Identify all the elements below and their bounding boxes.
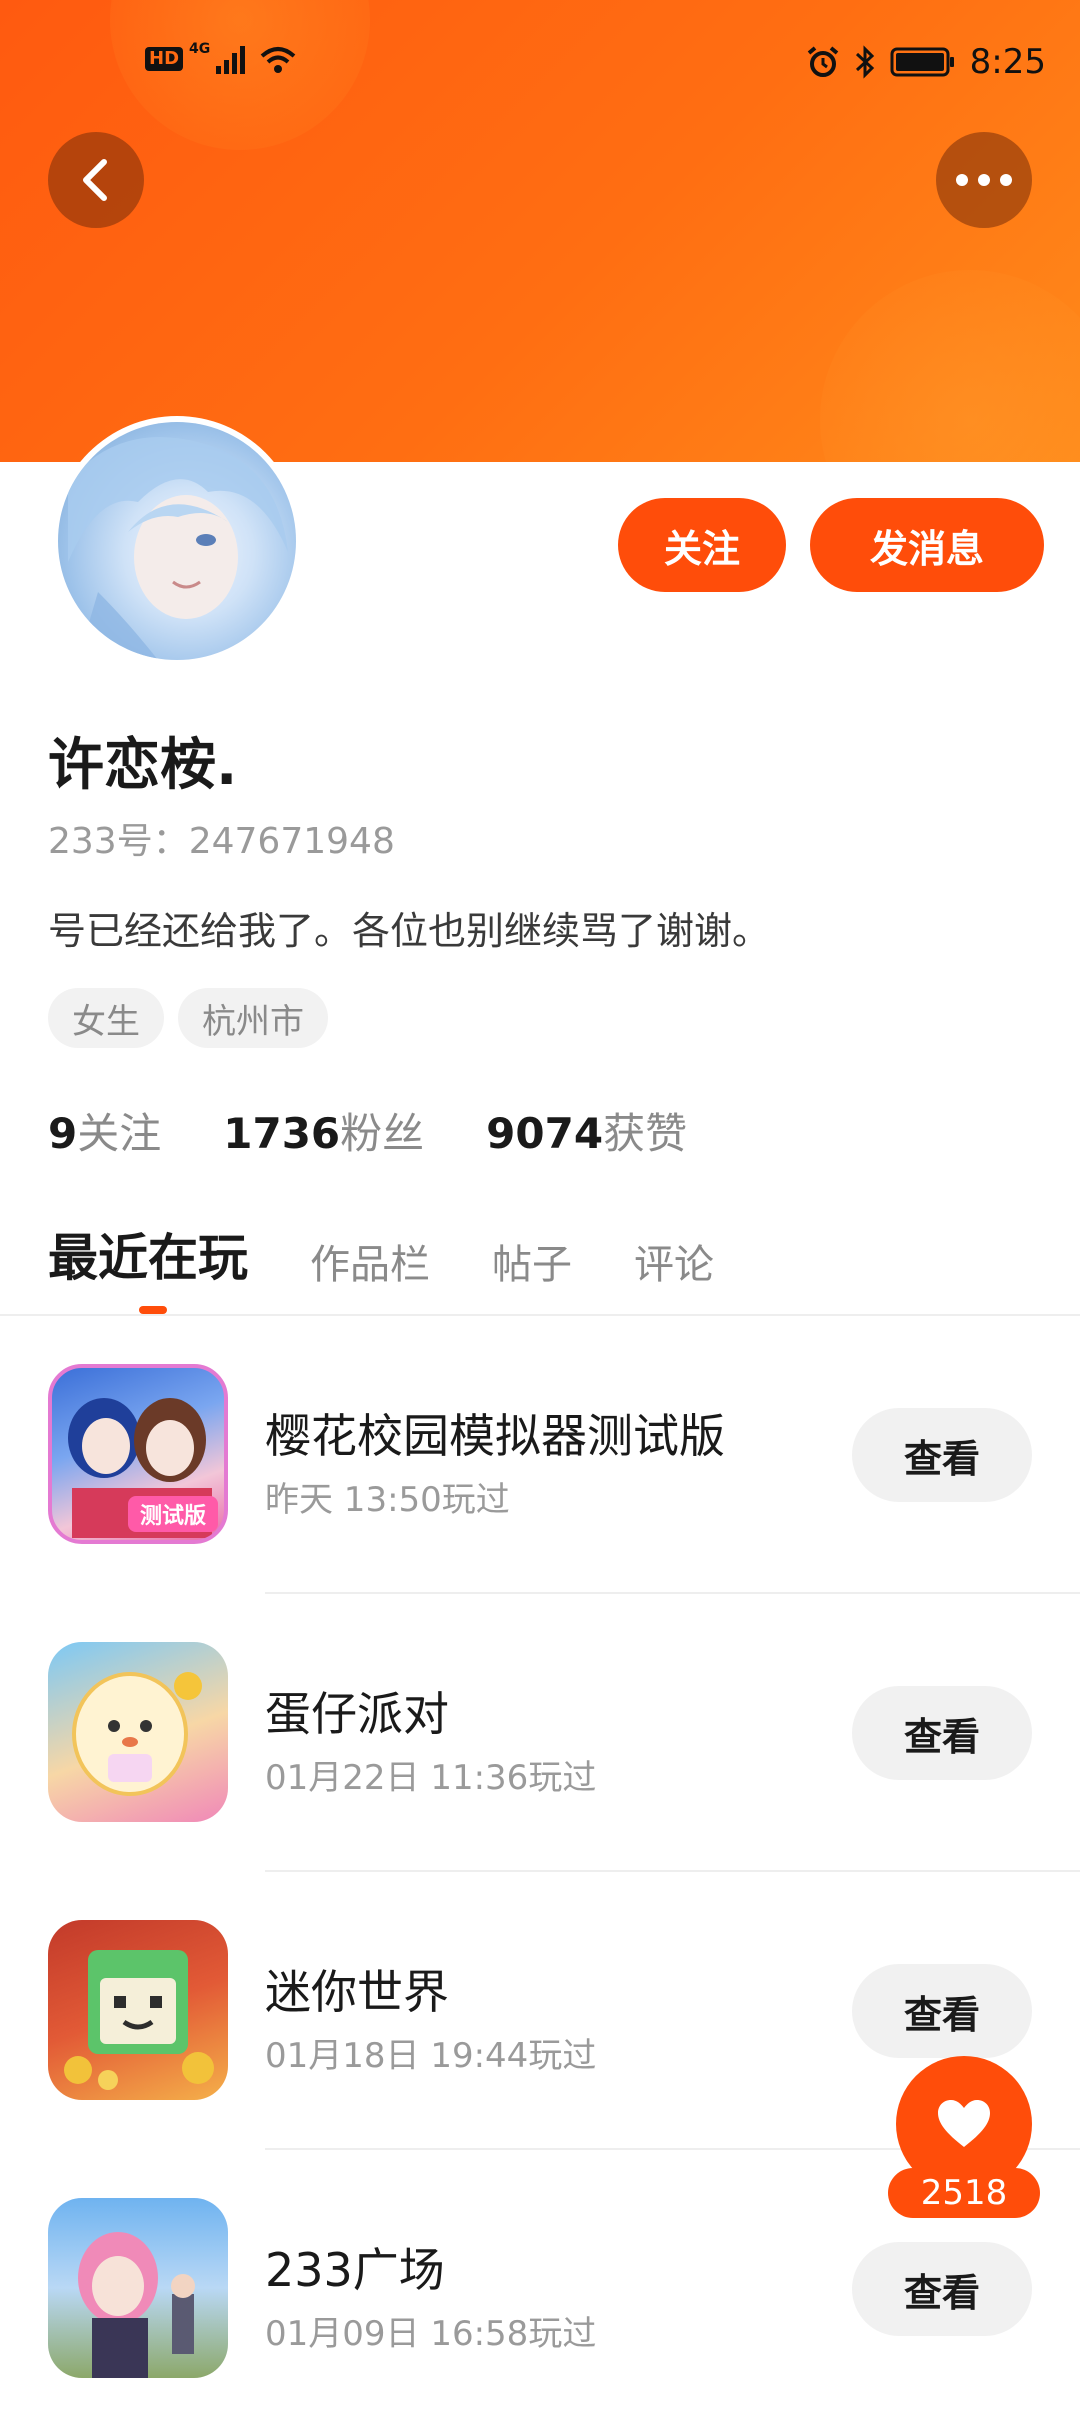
eggy-party-icon bbox=[72, 1672, 202, 1796]
like-count: 2518 bbox=[888, 2168, 1040, 2218]
avatar-image bbox=[58, 422, 296, 660]
game-last-played: 01月22日 11:36玩过 bbox=[265, 1758, 597, 1798]
status-bar-left: HD 4G bbox=[145, 41, 298, 74]
stat-fans-count: 1736 bbox=[223, 1109, 341, 1158]
avatar-illustration bbox=[68, 437, 288, 660]
heart-icon bbox=[938, 2100, 990, 2147]
game-icon-mini-world bbox=[48, 1920, 228, 2100]
profile-stats: 9关注 1736粉丝 9074获赞 bbox=[48, 1100, 687, 1161]
avatar[interactable] bbox=[52, 416, 302, 666]
sakura-school-icon: 测试版 bbox=[68, 1398, 218, 1538]
tab-posts[interactable]: 帖子 bbox=[492, 1232, 572, 1290]
stat-likes-label: 获赞 bbox=[603, 1109, 688, 1158]
signal-icon bbox=[216, 46, 246, 74]
stat-likes[interactable]: 9074获赞 bbox=[486, 1100, 687, 1161]
list-item[interactable]: 蛋仔派对 01月22日 11:36玩过 查看 bbox=[0, 1594, 1080, 1872]
back-button[interactable] bbox=[48, 132, 144, 228]
header-decoration bbox=[820, 270, 1080, 462]
tab-recently-played[interactable]: 最近在玩 bbox=[48, 1218, 248, 1290]
game-title: 迷你世界 bbox=[265, 1965, 449, 2019]
more-dots-icon bbox=[956, 174, 1012, 186]
game-last-played: 昨天 13:50玩过 bbox=[265, 1480, 510, 1520]
stat-following-count: 9 bbox=[48, 1109, 78, 1158]
game-title: 233广场 bbox=[265, 2243, 445, 2297]
network-type: 4G bbox=[189, 41, 211, 57]
profile-tabs: 最近在玩 作品栏 帖子 评论 bbox=[48, 1218, 714, 1290]
username: 许恋桉. bbox=[48, 733, 238, 798]
game-last-played: 01月18日 19:44玩过 bbox=[265, 2036, 597, 2076]
stat-following[interactable]: 9关注 bbox=[48, 1100, 161, 1161]
game-last-played: 01月09日 16:58玩过 bbox=[265, 2314, 597, 2354]
follow-button[interactable]: 关注 bbox=[618, 498, 786, 592]
game-icon-sakura: 测试版 bbox=[48, 1364, 228, 1544]
tab-works[interactable]: 作品栏 bbox=[310, 1232, 430, 1290]
233-plaza-icon bbox=[78, 2232, 195, 2378]
status-bar: HD 4G 8:25 bbox=[0, 0, 1080, 134]
view-button[interactable]: 查看 bbox=[852, 1964, 1032, 2058]
tab-comments[interactable]: 评论 bbox=[634, 1232, 714, 1290]
stat-fans[interactable]: 1736粉丝 bbox=[223, 1100, 424, 1161]
active-tab-indicator bbox=[139, 1306, 167, 1314]
send-message-button[interactable]: 发消息 bbox=[810, 498, 1044, 592]
status-bar-right: 8:25 bbox=[806, 42, 1046, 82]
battery-icon bbox=[890, 47, 954, 77]
chevron-left-icon bbox=[83, 159, 107, 201]
user-bio: 号已经还给我了。各位也别继续骂了谢谢。 bbox=[48, 909, 771, 953]
tag-location[interactable]: 杭州市 bbox=[178, 988, 328, 1048]
game-icon-eggy-party bbox=[48, 1642, 228, 1822]
list-item[interactable]: 测试版 樱花校园模拟器测试版 昨天 13:50玩过 查看 bbox=[0, 1316, 1080, 1594]
hd-icon: HD bbox=[145, 47, 184, 71]
more-options-button[interactable] bbox=[936, 132, 1032, 228]
game-icon-233-plaza bbox=[48, 2198, 228, 2378]
profile-tags: 女生 杭州市 bbox=[48, 988, 328, 1048]
stat-likes-count: 9074 bbox=[486, 1109, 604, 1158]
game-title: 樱花校园模拟器测试版 bbox=[265, 1409, 725, 1463]
game-icon-badge-text: 测试版 bbox=[140, 1504, 206, 1529]
view-button[interactable]: 查看 bbox=[852, 1686, 1032, 1780]
user-id: 233号：247671948 bbox=[48, 821, 395, 862]
game-title: 蛋仔派对 bbox=[265, 1687, 449, 1741]
mini-world-icon bbox=[64, 1950, 214, 2090]
tag-gender: 女生 bbox=[48, 988, 164, 1048]
wifi-icon bbox=[260, 47, 296, 73]
view-button[interactable]: 查看 bbox=[852, 1408, 1032, 1502]
stat-following-label: 关注 bbox=[77, 1109, 162, 1158]
view-button[interactable]: 查看 bbox=[852, 2242, 1032, 2336]
alarm-icon bbox=[807, 46, 838, 77]
stat-fans-label: 粉丝 bbox=[340, 1109, 425, 1158]
clock: 8:25 bbox=[969, 42, 1046, 82]
bluetooth-icon bbox=[855, 45, 874, 79]
